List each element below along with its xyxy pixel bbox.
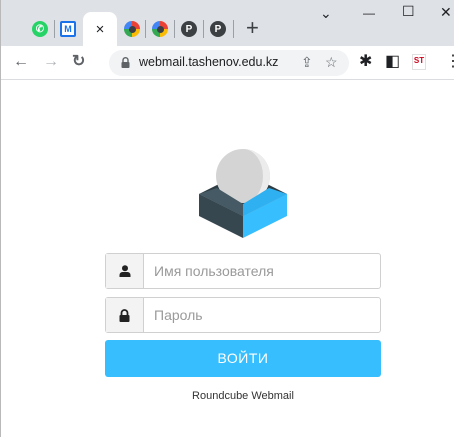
tab-p-2[interactable]: P (207, 12, 229, 46)
bookmark-star-icon[interactable]: ☆ (325, 54, 338, 71)
address-bar[interactable]: webmail.tashenov.edu.kz ⇪ ☆ (109, 50, 349, 76)
whatsapp-icon: ✆ (32, 21, 48, 37)
share-icon[interactable]: ⇪ (301, 54, 313, 71)
p-favicon-icon: P (181, 21, 197, 37)
tab-round-1[interactable] (121, 12, 143, 46)
username-field (105, 253, 381, 289)
tab-round-2[interactable] (149, 12, 171, 46)
tab-search-dropdown-icon[interactable]: ⌄ (320, 6, 332, 20)
new-tab-button[interactable]: + (246, 17, 259, 39)
reload-button[interactable]: ↻ (72, 53, 85, 71)
profile-extension-icon[interactable]: ST (412, 54, 426, 70)
forward-button[interactable]: → (43, 53, 59, 71)
tab-p-1[interactable]: P (178, 12, 200, 46)
round-favicon-icon (152, 21, 168, 37)
p-favicon-icon: P (210, 21, 226, 37)
user-icon (106, 254, 144, 288)
password-field (105, 297, 381, 333)
browser-toolbar: ← → ↻ webmail.tashenov.edu.kz ⇪ ☆ ✱ ◧ ST… (1, 46, 454, 80)
browser-window: ✆ M × P P + ⌄ — ☐ ✕ ← → ↻ webmail.tashen… (0, 0, 454, 437)
extensions-icon[interactable]: ✱ (359, 53, 372, 71)
tab-whatsapp[interactable]: ✆ (29, 12, 51, 46)
tab-active[interactable]: × (83, 12, 117, 46)
roundcube-logo (199, 149, 287, 238)
round-favicon-icon (124, 21, 140, 37)
tab-mail[interactable]: M (57, 12, 79, 46)
maximize-button[interactable]: ☐ (402, 4, 415, 18)
close-tab-icon[interactable]: × (96, 22, 105, 37)
menu-kebab-icon[interactable]: ⋮ (445, 53, 454, 71)
side-panel-icon[interactable]: ◧ (385, 53, 400, 71)
login-button[interactable]: ВОЙТИ (105, 340, 381, 377)
password-input[interactable] (144, 298, 380, 332)
footer-product-name: Roundcube Webmail (192, 390, 294, 402)
back-button[interactable]: ← (13, 53, 29, 71)
url-text: webmail.tashenov.edu.kz (139, 55, 279, 69)
mail-icon: M (60, 21, 76, 37)
lock-icon (106, 298, 144, 332)
lock-icon (121, 57, 130, 68)
tab-strip: ✆ M × P P + ⌄ — ☐ ✕ (1, 0, 454, 46)
minimize-button[interactable]: — (363, 6, 375, 20)
username-input[interactable] (144, 254, 380, 288)
close-window-button[interactable]: ✕ (440, 5, 452, 19)
